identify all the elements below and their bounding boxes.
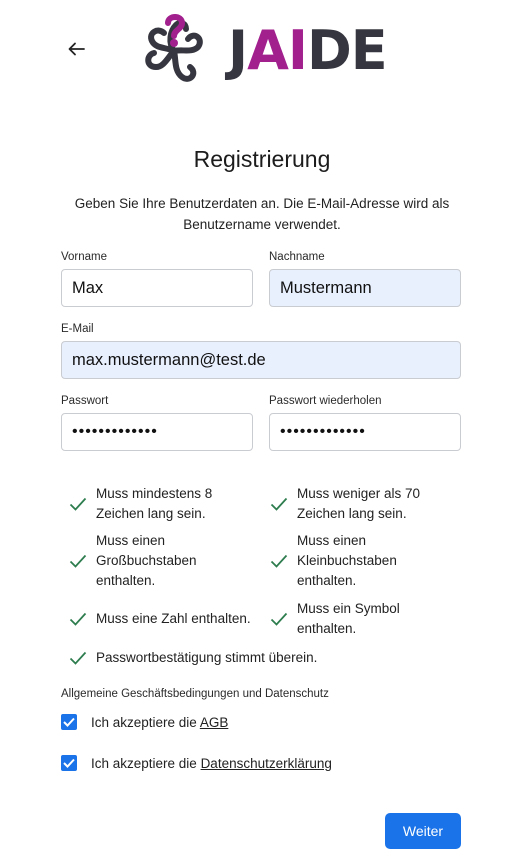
agb-checkbox[interactable] <box>61 714 77 730</box>
back-button[interactable] <box>64 36 90 62</box>
rule-confirm-text: Passwortbestätigung stimmt überein. <box>96 650 318 665</box>
rule-symbol: Muss ein Symbol enthalten. <box>270 599 430 639</box>
rule-uppercase-text: Muss einen Großbuchstaben enthalten. <box>96 533 197 588</box>
checkmark-icon <box>63 717 75 727</box>
check-icon <box>69 554 87 568</box>
email-label: E-Mail <box>61 323 94 335</box>
check-icon <box>69 497 87 511</box>
first-name-label: Vorname <box>61 251 108 263</box>
rule-number-text: Muss eine Zahl enthalten. <box>96 611 251 626</box>
page-title: Registrierung <box>193 146 331 172</box>
rule-max-length: Muss weniger als 70 Zeichen lang sein. <box>270 484 430 524</box>
intro-text: Geben Sie Ihre Benutzerdaten an. Die E-M… <box>74 196 450 232</box>
agb-link[interactable]: AGB <box>200 715 229 730</box>
jaide-logo: JAIDE <box>134 11 390 91</box>
flower-question-logo-icon <box>145 14 203 82</box>
password-repeat-input[interactable] <box>269 413 461 451</box>
rule-max-length-text: Muss weniger als 70 Zeichen lang sein. <box>297 486 421 521</box>
rule-lowercase: Muss einen Kleinbuchstaben enthalten. <box>270 531 430 591</box>
password-repeat-label: Passwort wiederholen <box>269 395 382 407</box>
privacy-checkbox[interactable] <box>61 755 77 771</box>
rule-uppercase: Muss einen Großbuchstaben enthalten. <box>69 531 229 591</box>
check-icon <box>69 612 87 626</box>
arrow-left-icon <box>68 42 85 56</box>
rule-number: Muss eine Zahl enthalten. <box>69 609 259 629</box>
logo-wordmark: JAIDE <box>228 19 388 82</box>
last-name-label: Nachname <box>269 251 325 263</box>
email-input[interactable] <box>61 341 461 379</box>
continue-button[interactable]: Weiter <box>385 813 461 849</box>
rule-lowercase-text: Muss einen Kleinbuchstaben enthalten. <box>297 533 397 588</box>
checkmark-icon <box>63 758 75 768</box>
check-icon <box>69 651 87 665</box>
rule-min-length-text: Muss mindestens 8 Zeichen lang sein. <box>96 486 213 521</box>
rule-confirm: Passwortbestätigung stimmt überein. <box>69 648 399 668</box>
rule-min-length: Muss mindestens 8 Zeichen lang sein. <box>69 484 229 524</box>
privacy-link[interactable]: Datenschutzerklärung <box>201 756 332 771</box>
agb-checkbox-row[interactable]: Ich akzeptiere die AGB <box>61 714 228 730</box>
privacy-checkbox-label: Ich akzeptiere die Datenschutzerklärung <box>91 755 332 771</box>
first-name-input[interactable] <box>61 269 253 307</box>
password-input[interactable] <box>61 413 253 451</box>
check-icon <box>270 554 288 568</box>
agb-checkbox-label: Ich akzeptiere die AGB <box>91 714 229 730</box>
last-name-input[interactable] <box>269 269 461 307</box>
privacy-checkbox-row[interactable]: Ich akzeptiere die Datenschutzerklärung <box>61 755 332 771</box>
rule-symbol-text: Muss ein Symbol enthalten. <box>297 601 400 636</box>
check-icon <box>270 497 288 511</box>
check-icon <box>270 612 288 626</box>
password-label: Passwort <box>61 395 109 407</box>
terms-heading: Allgemeine Geschäftsbedingungen und Date… <box>61 688 329 700</box>
